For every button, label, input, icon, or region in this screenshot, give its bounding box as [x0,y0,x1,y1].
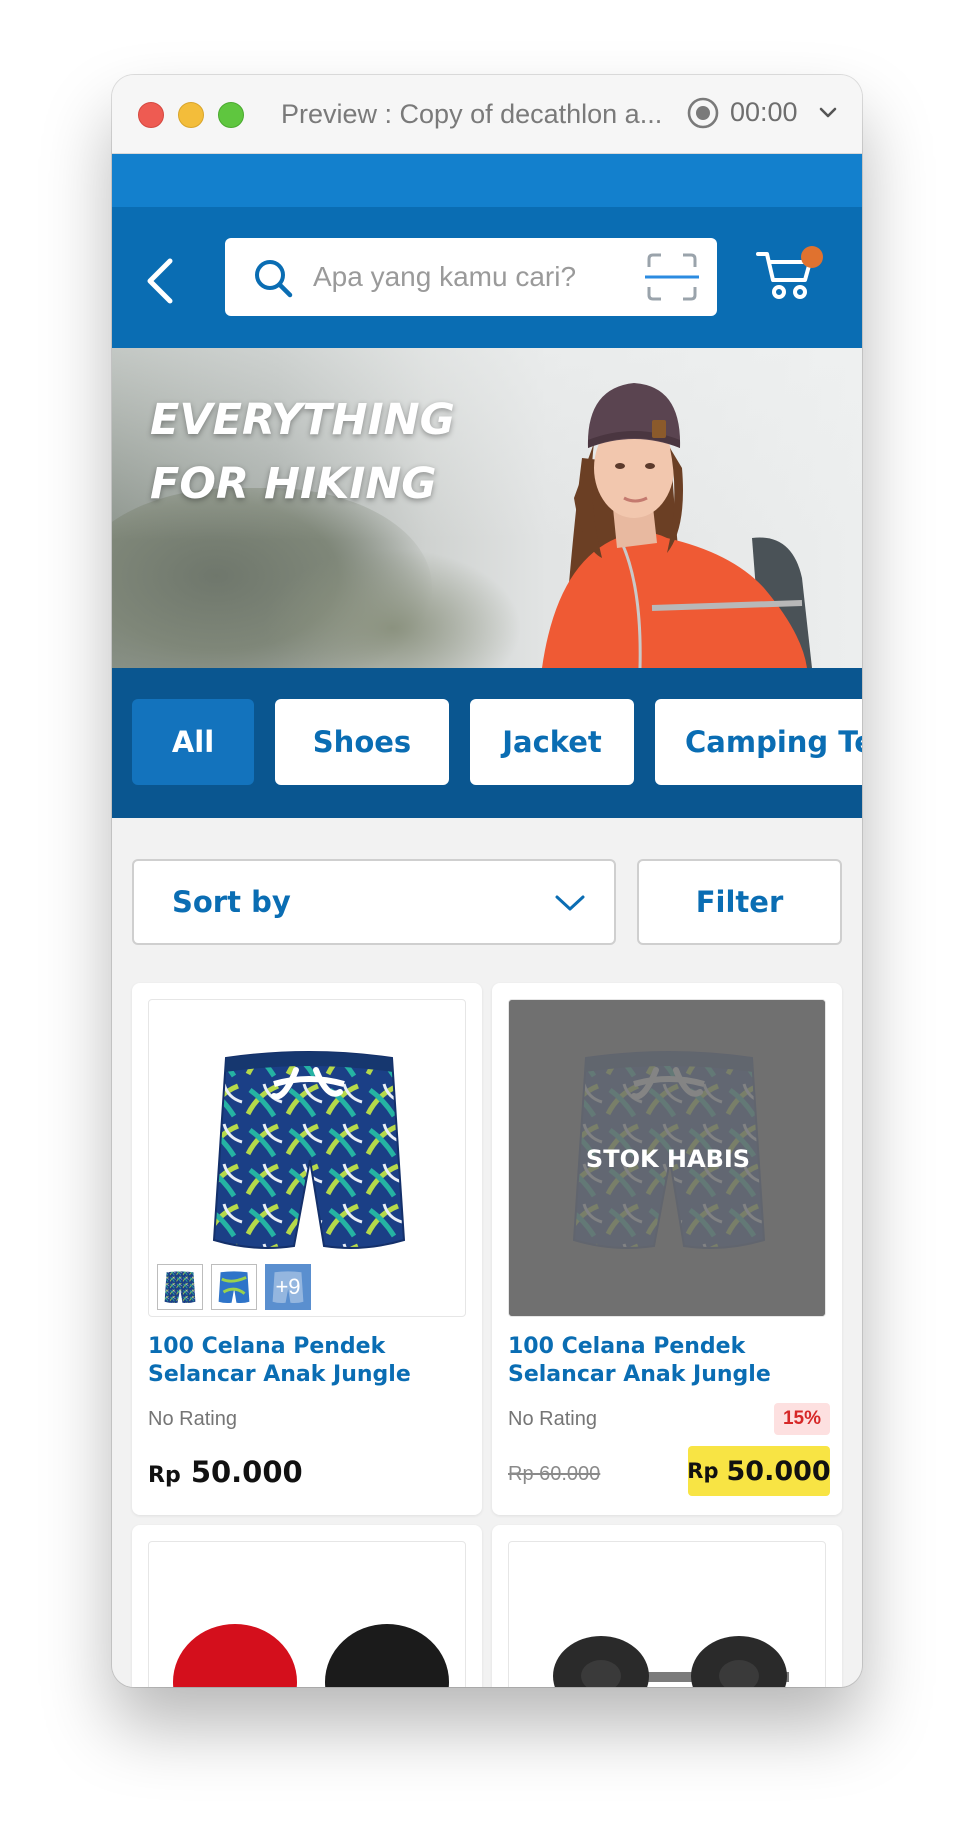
category-tab-shoes[interactable]: Shoes [275,699,449,785]
category-tab-camping-tent[interactable]: Camping Tent [655,699,862,785]
out-of-stock-label: STOK HABIS [585,1145,751,1173]
product-image[interactable] [508,1541,826,1687]
product-image[interactable]: STOK HABIS [508,999,826,1317]
recording-timer: 00:00 [730,97,798,127]
hero-banner[interactable]: EVERYTHING FOR HIKING [112,348,862,668]
minimize-window-button[interactable] [178,102,204,128]
banner-title: EVERYTHING FOR HIKING [150,388,510,516]
product-shorts-image [212,1051,406,1249]
barcode-scan-icon[interactable] [645,251,699,303]
top-navigation-bar [112,207,862,348]
chevron-down-icon[interactable] [818,105,838,121]
filter-button[interactable]: Filter [637,859,842,945]
product-price: Rp 50.000 [148,1455,303,1489]
close-window-button[interactable] [138,102,164,128]
sort-label: Sort by [172,885,291,919]
product-rating: No Rating [148,1408,237,1430]
product-name[interactable]: 100 Celana Pendek Selancar Anak Jungle [148,1333,468,1389]
search-icon [255,260,293,298]
window-title: Preview : Copy of decathlon a... [281,99,663,129]
window-titlebar: Preview : Copy of decathlon a... 00:00 [112,75,862,154]
more-variants-badge[interactable]: +9 [265,1264,311,1310]
price-currency: Rp [148,1463,181,1488]
product-beanies-image [173,1624,449,1687]
banner-title-line-1: EVERYTHING [150,395,455,445]
price-amount: 50.000 [190,1455,303,1489]
category-tabs: All Shoes Jacket Camping Tent [112,668,862,818]
product-name[interactable]: 100 Celana Pendek Selancar Anak Jungle [508,1333,828,1389]
chevron-left-icon[interactable] [140,256,180,306]
app-screen: EVERYTHING FOR HIKING All Shoes Jacket C… [112,154,862,1687]
more-variants-count: +9 [275,1274,301,1299]
zoom-window-button[interactable] [218,102,244,128]
variant-thumbnails: +9 [157,1264,311,1310]
preview-window: Preview : Copy of decathlon a... 00:00 A… [112,75,862,1687]
original-price: Rp 60.000 [508,1463,601,1485]
product-card[interactable]: +9 100 Celana Pendek Selancar Anak Jungl… [132,983,482,1515]
category-tab-jacket[interactable]: Jacket [470,699,634,785]
product-image[interactable] [148,1541,466,1687]
price-currency: Rp [687,1459,719,1483]
status-bar [112,154,862,207]
record-icon[interactable] [686,96,720,130]
discount-badge: 15% [774,1403,830,1435]
chevron-down-icon [555,895,585,911]
product-card[interactable] [492,1525,842,1687]
product-card[interactable]: STOK HABIS 100 Celana Pendek Selancar An… [492,983,842,1515]
product-rating: No Rating [508,1408,597,1430]
hiker-image [542,383,812,668]
search-bar [225,238,717,316]
price-amount: 50.000 [726,1455,831,1487]
variant-thumbnail[interactable] [157,1264,203,1310]
product-image[interactable]: +9 [148,999,466,1317]
product-dumbbell-image [553,1636,789,1687]
category-tab-all[interactable]: All [132,699,254,785]
banner-title-line-2: FOR HIKING [150,459,437,509]
product-card[interactable] [132,1525,482,1687]
sale-price: Rp 50.000 [687,1446,831,1496]
search-input[interactable] [313,256,643,298]
cart-badge [801,246,823,268]
cart-button[interactable] [755,244,823,304]
sort-dropdown[interactable]: Sort by [132,859,616,945]
variant-thumbnail[interactable] [211,1264,257,1310]
